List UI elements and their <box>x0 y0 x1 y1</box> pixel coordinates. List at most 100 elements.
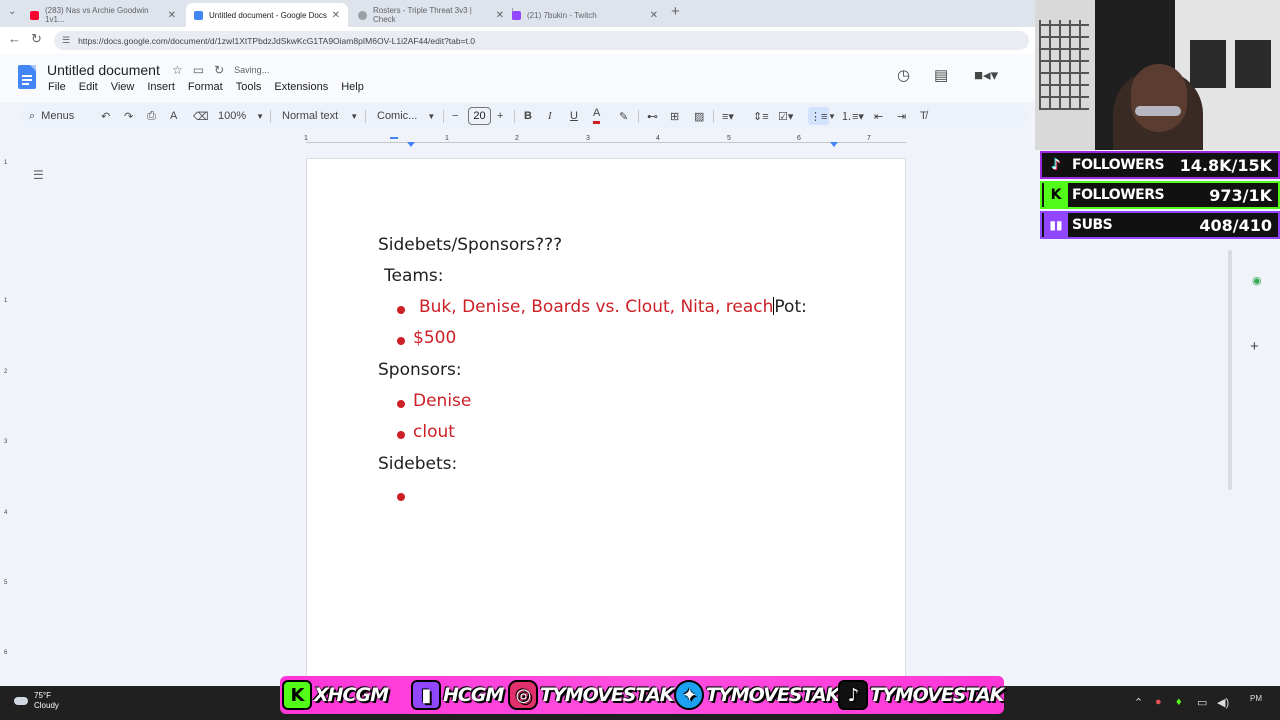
youtube-icon <box>30 10 39 20</box>
twitter-icon: ✦ <box>674 680 704 710</box>
ruler-number: 2 <box>515 135 519 142</box>
close-icon[interactable]: ✕ <box>332 10 340 21</box>
undo-icon[interactable]: ↶ <box>101 104 110 128</box>
ruler-number: 3 <box>4 439 8 445</box>
maps-icon[interactable]: ◉ <box>1252 274 1262 287</box>
toolbar-divider <box>713 110 714 123</box>
tab-youtube[interactable]: (283) Nas vs Archie Goodwin 1v1... ✕ <box>22 3 184 27</box>
vertical-ruler[interactable]: 1 1 2 3 4 5 6 <box>0 150 14 686</box>
kick-icon: K <box>282 680 312 710</box>
spellcheck-icon[interactable]: A <box>170 104 177 128</box>
sponsor-list-item[interactable]: clout <box>413 422 455 442</box>
tab-rosters[interactable]: Rosters - Triple Threat 3v3 | Check ✕ <box>350 3 512 27</box>
decrease-font-size-icon[interactable]: − <box>452 104 458 128</box>
url-input[interactable]: ☰ https://docs.google.com/document/d/1zw… <box>54 31 1029 50</box>
sidebets-label[interactable]: Sidebets: <box>378 454 457 474</box>
menu-extensions[interactable]: Extensions <box>274 81 328 93</box>
sponsors-label[interactable]: Sponsors: <box>378 360 462 380</box>
menu-edit[interactable]: Edit <box>79 81 98 93</box>
reload-icon[interactable]: ↻ <box>31 31 42 47</box>
sponsor-list-item[interactable]: Denise <box>413 391 471 411</box>
right-indent-marker[interactable] <box>830 142 838 147</box>
ruler-number: 1 <box>445 135 449 142</box>
ruler-number: 5 <box>727 135 731 142</box>
tab-google-docs[interactable]: Untitled document - Google Docs ✕ <box>186 3 348 27</box>
underline-icon[interactable]: U <box>570 104 578 128</box>
tray-app-icon[interactable]: ● <box>1155 696 1162 708</box>
style-select[interactable]: Normal text ▼ <box>282 104 358 128</box>
network-icon[interactable]: ▭ <box>1197 696 1207 709</box>
tray-chevron-icon[interactable]: ⌃ <box>1134 696 1143 709</box>
close-icon[interactable]: ✕ <box>650 10 658 21</box>
menu-insert[interactable]: Insert <box>147 81 175 93</box>
document-outline-icon[interactable]: ☰ <box>33 168 44 182</box>
increase-font-size-icon[interactable]: + <box>497 104 503 128</box>
move-folder-icon[interactable]: ▭ <box>193 63 204 77</box>
menu-format[interactable]: Format <box>188 81 223 93</box>
bold-icon[interactable]: B <box>524 104 532 128</box>
tab-search-icon[interactable]: ⌄ <box>8 6 16 17</box>
dropdown-icon: ▼ <box>427 111 436 121</box>
clear-formatting-icon[interactable]: T̸ <box>920 104 927 128</box>
close-icon[interactable]: ✕ <box>168 10 176 21</box>
print-icon[interactable]: ⎙ <box>147 104 156 128</box>
back-icon[interactable]: ← <box>8 31 21 46</box>
bullet-dropdown-icon[interactable]: ▼ <box>828 104 836 128</box>
menu-tools[interactable]: Tools <box>236 81 262 93</box>
document-title[interactable]: Untitled document <box>47 62 160 78</box>
toolbar-divider <box>638 110 639 123</box>
scrollbar[interactable] <box>1228 250 1232 490</box>
sync-icon: ↻ <box>214 63 225 77</box>
document-page[interactable]: Sidebets/Sponsors??? Teams: Buk, Denise,… <box>306 158 906 688</box>
menu-help[interactable]: Help <box>341 81 364 93</box>
first-line-indent-marker[interactable] <box>390 137 398 139</box>
line-spacing-icon[interactable]: ⇕≡ <box>753 104 769 128</box>
add-comment-icon[interactable]: ⊞ <box>670 104 679 128</box>
numbered-list-icon[interactable]: ⒈≡▾ <box>841 104 864 128</box>
dropdown-icon: ▼ <box>350 111 359 121</box>
page-icon <box>358 10 367 20</box>
doc-heading[interactable]: Sidebets/Sponsors??? <box>378 235 562 255</box>
teams-list-item[interactable]: Buk, Denise, Boards vs. Clout, Nita, rea… <box>419 297 807 317</box>
increase-indent-icon[interactable]: ⇥ <box>897 104 906 128</box>
paint-format-icon[interactable]: ⌫ <box>193 104 209 128</box>
search-menus[interactable]: ⌕ Menus <box>29 104 74 128</box>
weather-condition: Cloudy <box>34 701 59 710</box>
add-addon-icon[interactable]: + <box>1250 338 1259 355</box>
site-info-icon[interactable]: ☰ <box>62 35 70 46</box>
bulleted-list-icon[interactable]: ⋮≡ <box>808 107 830 125</box>
font-select[interactable]: Comic... ▼ <box>377 104 435 128</box>
align-icon[interactable]: ≡▾ <box>722 104 734 128</box>
amount-list-item[interactable]: $500 <box>413 328 456 348</box>
checklist-icon[interactable]: ☑▾ <box>778 104 793 128</box>
wall-poster <box>1235 40 1271 88</box>
version-history-icon[interactable]: ◷ <box>897 66 910 84</box>
decrease-indent-icon[interactable]: ⇤ <box>874 104 883 128</box>
clock[interactable]: PM <box>1250 694 1262 703</box>
tab-twitch[interactable]: (21) 7bukin - Twitch ✕ <box>504 3 666 27</box>
highlight-icon[interactable]: ✎ <box>619 104 628 128</box>
meet-icon[interactable]: ■◂▾ <box>974 66 998 84</box>
microphone-icon[interactable]: ♦ <box>1176 696 1182 708</box>
ruler-baseline <box>306 142 906 143</box>
weather-widget[interactable]: 75°F Cloudy <box>14 691 59 711</box>
google-docs-logo-icon[interactable] <box>18 65 36 89</box>
left-indent-marker[interactable] <box>407 142 415 147</box>
menu-file[interactable]: File <box>48 81 66 93</box>
redo-icon[interactable]: ↷ <box>124 104 133 128</box>
font-size-input[interactable]: 20 <box>468 107 491 125</box>
volume-icon[interactable]: ◀) <box>1217 696 1229 709</box>
menu-view[interactable]: View <box>111 81 135 93</box>
link-icon[interactable]: ⊷ <box>647 104 658 128</box>
comments-icon[interactable]: ▤ <box>934 66 948 84</box>
new-tab-icon[interactable]: + <box>671 3 680 20</box>
italic-icon[interactable]: I <box>548 104 552 128</box>
teams-label[interactable]: Teams: <box>384 266 444 286</box>
star-icon[interactable]: ☆ <box>172 63 183 77</box>
ruler-number: 4 <box>656 135 660 142</box>
insert-image-icon[interactable]: ▨ <box>694 104 704 128</box>
address-bar: ← ↻ ☰ https://docs.google.com/document/d… <box>0 27 1040 54</box>
text-color-icon[interactable]: A <box>593 104 601 124</box>
zoom-select[interactable]: 100% ▼ <box>218 104 264 128</box>
close-icon[interactable]: ✕ <box>496 10 504 21</box>
